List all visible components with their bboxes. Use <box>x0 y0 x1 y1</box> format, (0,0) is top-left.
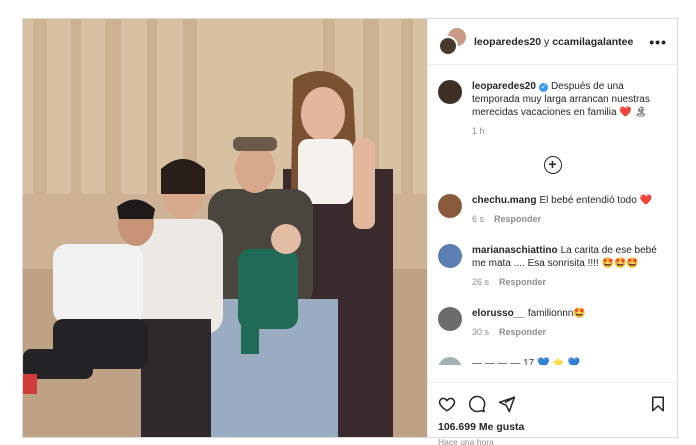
comment-text: El bebé entendió todo ❤️ <box>539 195 653 206</box>
avatar[interactable] <box>438 244 462 268</box>
author-username-1[interactable]: leoparedes20 <box>474 36 541 48</box>
comment-body: marianaschiattino La carita de ese bebé m… <box>472 244 667 289</box>
comment-time: 6 s <box>472 214 485 224</box>
send-icon[interactable] <box>498 395 516 413</box>
likes-count[interactable]: 106.699 Me gusta <box>438 421 667 433</box>
collab-authors: leoparedes20 y ccamilagalantee <box>474 36 649 48</box>
comment-username[interactable]: elorusso__ <box>472 308 525 319</box>
caption-time: 1 h <box>472 126 485 136</box>
reply-button[interactable]: Responder <box>499 327 546 337</box>
caption-username[interactable]: leoparedes20 <box>472 81 536 92</box>
comment-row: elorusso__ familionnn🤩 30 s Responder <box>438 307 667 339</box>
avatar[interactable] <box>438 194 462 218</box>
post-header: leoparedes20 y ccamilagalantee ••• <box>428 19 677 65</box>
authors-joiner: y <box>544 35 550 48</box>
comment-body: elorusso__ familionnn🤩 30 s Responder <box>472 307 667 339</box>
action-icons <box>438 393 667 415</box>
reply-button[interactable]: Responder <box>499 277 546 287</box>
comment-row-partial: — — — — 17 💙 ⭐ 💙 <box>438 357 667 365</box>
comment-body: — — — — 17 💙 ⭐ 💙 <box>472 358 580 365</box>
post-actions: 106.699 Me gusta Hace una hora <box>428 382 677 445</box>
post-timestamp: Hace una hora <box>438 437 494 445</box>
verified-badge-icon: ✓ <box>538 83 548 92</box>
avatar[interactable] <box>438 80 462 104</box>
avatar <box>438 357 462 365</box>
collab-avatars[interactable] <box>438 27 466 56</box>
bookmark-icon[interactable] <box>649 395 667 413</box>
avatar[interactable] <box>438 307 462 331</box>
comment-username[interactable]: chechu.mang <box>472 195 536 206</box>
comment-row: marianaschiattino La carita de ese bebé m… <box>438 244 667 289</box>
family-photo-illustration <box>23 19 427 437</box>
comment-time: 26 s <box>472 277 490 287</box>
caption-body: leoparedes20 ✓ Después de una temporada mu… <box>472 80 667 138</box>
reply-button[interactable]: Responder <box>494 214 541 224</box>
instagram-post: leoparedes20 y ccamilagalantee ••• leopa… <box>22 18 678 445</box>
more-horizontal-icon[interactable]: ••• <box>649 34 667 50</box>
author-username-2[interactable]: ccamilagalantee <box>552 36 633 48</box>
avatar <box>438 35 458 56</box>
caption-row: leoparedes20 ✓ Después de una temporada mu… <box>438 80 667 138</box>
comment-text: familionnn🤩 <box>527 308 586 319</box>
caption-emoji: ❤️ 🏝 <box>619 107 648 118</box>
comment-username[interactable]: marianaschiattino <box>472 245 558 256</box>
comments-scroll[interactable]: leoparedes20 ✓ Después de una temporada mu… <box>428 66 677 382</box>
post-sidebar: leoparedes20 y ccamilagalantee ••• leopa… <box>427 19 677 445</box>
plus-circle-icon[interactable]: + <box>543 156 562 174</box>
comment-row: chechu.mang El bebé entendió todo ❤️ 6 s R… <box>438 194 667 226</box>
post-photo[interactable] <box>23 19 427 437</box>
heart-icon[interactable] <box>438 395 456 413</box>
comment-icon[interactable] <box>468 395 486 413</box>
comment-time: 30 s <box>472 327 490 337</box>
comment-body: chechu.mang El bebé entendió todo ❤️ 6 s R… <box>472 194 667 226</box>
